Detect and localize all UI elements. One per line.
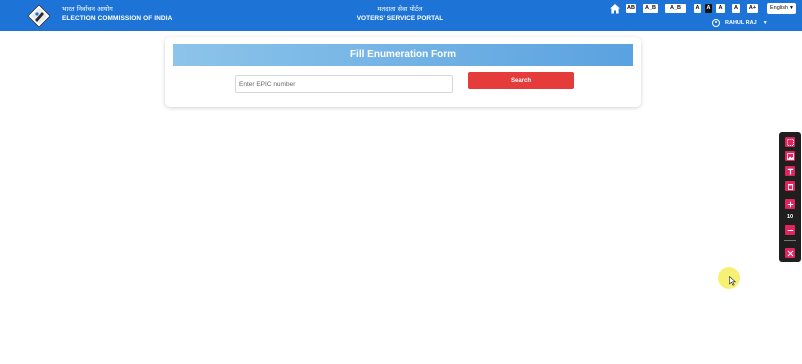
font-small-button[interactable]: A — [694, 4, 701, 13]
contrast-button[interactable]: AB — [626, 4, 636, 13]
epic-number-input[interactable] — [235, 75, 453, 93]
font-larger-button[interactable]: A+ — [747, 4, 758, 13]
delete-icon[interactable] — [785, 181, 795, 191]
eci-title-english: ELECTION COMMISSION OF INDIA — [62, 14, 173, 22]
app-root: भारत निर्वाचन आयोग ELECTION COMMISSION O… — [0, 0, 802, 364]
chevron-down-icon: ▼ — [762, 20, 768, 26]
font-normal-button[interactable]: A — [705, 4, 712, 13]
eci-logo-icon[interactable] — [27, 4, 51, 28]
portal-title: मतदाता सेवा पोर्टल VOTERS' SERVICE PORTA… — [340, 6, 460, 22]
close-icon[interactable] — [785, 248, 795, 258]
language-select-value: English — [770, 5, 789, 11]
zoom-out-icon[interactable] — [785, 225, 795, 235]
portal-title-hindi: मतदाता सेवा पोर्टल — [377, 5, 423, 13]
enumeration-form-card: Fill Enumeration Form Search — [165, 37, 641, 107]
search-button[interactable]: Search — [468, 72, 574, 89]
form-title: Fill Enumeration Form — [173, 44, 633, 66]
zoom-in-icon[interactable] — [785, 199, 795, 209]
font-large-button[interactable]: A — [732, 4, 740, 13]
user-icon — [712, 19, 720, 27]
image-icon[interactable] — [785, 151, 795, 161]
font-style-button-1[interactable]: A_B — [643, 4, 658, 13]
font-size-value: 10 — [786, 214, 794, 220]
chevron-down-icon: ▼ — [789, 5, 794, 11]
select-area-icon[interactable] — [785, 137, 795, 147]
text-icon[interactable] — [785, 166, 795, 176]
eci-title: भारत निर्वाचन आयोग ELECTION COMMISSION O… — [62, 6, 172, 22]
user-menu[interactable]: RAHUL RAJ ▼ — [712, 18, 768, 28]
home-icon[interactable] — [609, 3, 621, 15]
annotation-toolbar: 10 — [779, 132, 801, 262]
toolbar-divider — [784, 240, 796, 241]
line-spacing-button[interactable]: A — [716, 4, 725, 13]
language-select[interactable]: English ▼ — [767, 3, 796, 14]
mouse-pointer-icon — [729, 276, 737, 286]
top-header: भारत निर्वाचन आयोग ELECTION COMMISSION O… — [0, 0, 802, 31]
user-name: RAHUL RAJ — [725, 20, 757, 26]
eci-title-hindi: भारत निर्वाचन आयोग — [62, 5, 113, 13]
portal-title-english: VOTERS' SERVICE PORTAL — [356, 14, 444, 22]
font-style-button-2[interactable]: A_B — [665, 4, 686, 13]
